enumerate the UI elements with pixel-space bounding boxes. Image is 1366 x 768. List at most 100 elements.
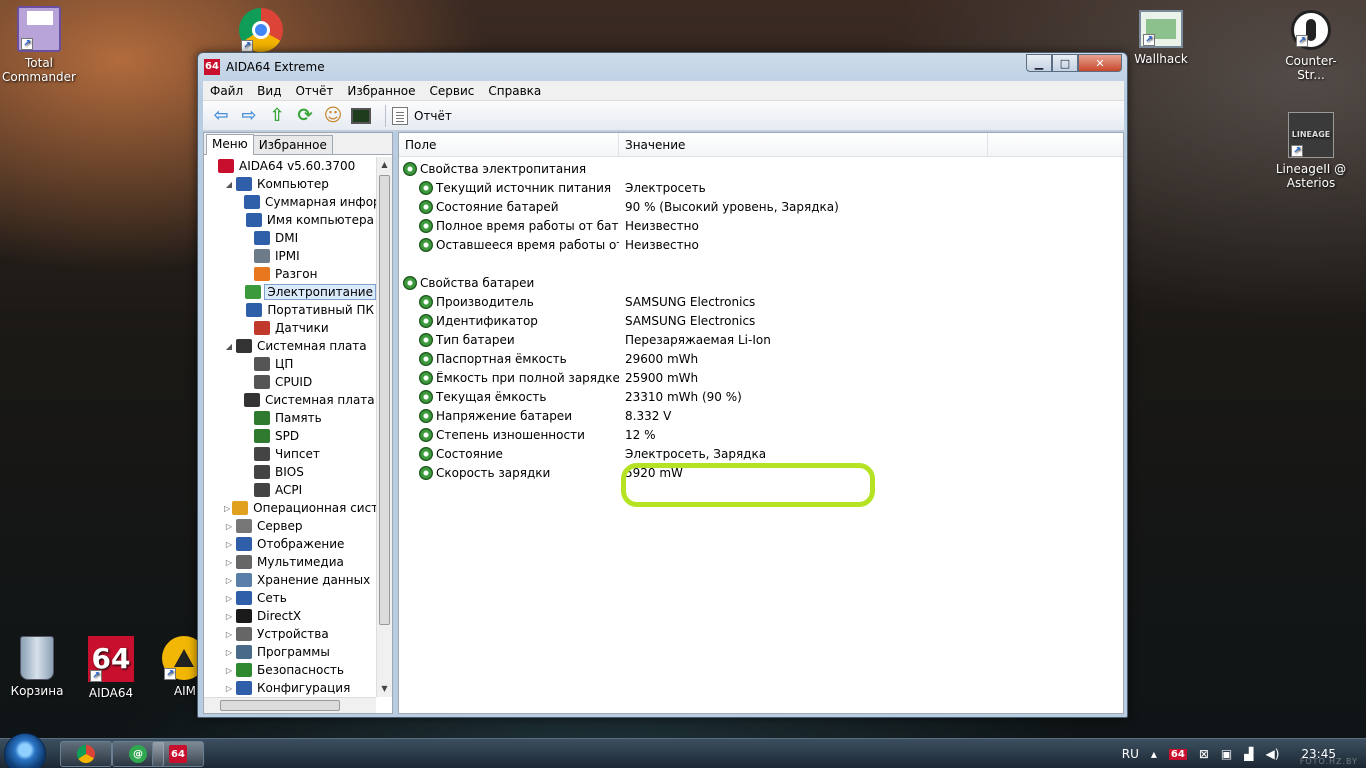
title-bar[interactable]: 64 AIDA64 Extreme	[198, 53, 1127, 80]
report-button[interactable]: Отчёт	[392, 106, 452, 125]
tab-menu[interactable]: Меню	[206, 134, 254, 155]
scroll-up-icon[interactable]: ▲	[377, 157, 392, 173]
desktop-icon-aimp[interactable]: ↗ AIM	[144, 636, 200, 698]
back-arrow-icon[interactable]: ⇦	[207, 103, 235, 129]
tree-item[interactable]: ▷ Безопасность	[204, 661, 376, 679]
expand-toggle-icon[interactable]: ▷	[224, 666, 234, 675]
tree-item[interactable]: Имя компьютера	[204, 211, 376, 229]
desktop-icon-recycle-bin[interactable]: Корзина	[0, 636, 76, 698]
expand-toggle-icon[interactable]: ▷	[224, 612, 234, 621]
tree-horizontal-scrollbar[interactable]	[204, 697, 376, 713]
tree-item[interactable]: AIDA64 v5.60.3700	[204, 157, 376, 175]
network-icon[interactable]: ⊠	[1199, 747, 1209, 761]
tree-vertical-scrollbar[interactable]: ▲ ▼	[376, 157, 392, 697]
tree-item[interactable]: ◢ Компьютер	[204, 175, 376, 193]
tree-item[interactable]: ▷ DirectX	[204, 607, 376, 625]
tree-item[interactable]: Суммарная инфор	[204, 193, 376, 211]
section-header[interactable]: Свойства электропитания	[399, 159, 1123, 178]
expand-toggle-icon[interactable]: ▷	[224, 576, 234, 585]
tree-item[interactable]: ◢ Системная плата	[204, 337, 376, 355]
tree-item[interactable]: ЦП	[204, 355, 376, 373]
expand-toggle-icon[interactable]: ▷	[224, 594, 234, 603]
tree-item[interactable]: ▷ Сеть	[204, 589, 376, 607]
monitor-icon[interactable]	[347, 103, 375, 129]
tree-item[interactable]: Разгон	[204, 265, 376, 283]
menu-view[interactable]: Вид	[250, 84, 288, 98]
detail-row[interactable]: Напряжение батареи 8.332 V	[399, 406, 1123, 425]
tab-favorites[interactable]: Избранное	[252, 135, 333, 154]
desktop-icon-wallhack[interactable]: ↗ Wallhack	[1122, 10, 1200, 66]
close-button[interactable]: ✕	[1078, 54, 1122, 72]
tree-item[interactable]: Память	[204, 409, 376, 427]
detail-row[interactable]: Идентификатор SAMSUNG Electronics	[399, 311, 1123, 330]
tree-item[interactable]: ▷ Хранение данных	[204, 571, 376, 589]
menu-file[interactable]: Файл	[203, 84, 250, 98]
tree-item[interactable]: IPMI	[204, 247, 376, 265]
detail-row[interactable]: Производитель SAMSUNG Electronics	[399, 292, 1123, 311]
menu-help[interactable]: Справка	[481, 84, 548, 98]
power-icon[interactable]: ▣	[1221, 747, 1232, 761]
detail-row[interactable]: Текущая ёмкость 23310 mWh (90 %)	[399, 387, 1123, 406]
taskbar-aida64[interactable]: 64	[152, 741, 204, 767]
tree-item[interactable]: DMI	[204, 229, 376, 247]
volume-icon[interactable]: ◀)	[1265, 747, 1279, 761]
aida64-tray-icon[interactable]: 64	[1168, 748, 1187, 760]
section-header[interactable]: Свойства батареи	[399, 273, 1123, 292]
minimize-button[interactable]: ▁	[1026, 54, 1052, 72]
desktop-icon-lineage[interactable]: LINEAGE ↗ LineageII @ Asterios	[1272, 112, 1350, 190]
expand-toggle-icon[interactable]: ▷	[224, 504, 230, 513]
forward-arrow-icon[interactable]: ⇨	[235, 103, 263, 129]
scrollbar-thumb[interactable]	[379, 175, 390, 625]
expand-toggle-icon[interactable]: ▷	[224, 558, 234, 567]
detail-row[interactable]: Тип батареи Перезаряжаемая Li-Ion	[399, 330, 1123, 349]
desktop-icon-aida64[interactable]: 64 ↗ AIDA64	[72, 636, 150, 700]
tree-item[interactable]: ▷ Программы	[204, 643, 376, 661]
tree-item[interactable]: ▷ Операционная систем	[204, 499, 376, 517]
expand-toggle-icon[interactable]: ▷	[224, 630, 234, 639]
detail-row[interactable]: Ёмкость при полной зарядке 25900 mWh	[399, 368, 1123, 387]
refresh-icon[interactable]: ⟳	[291, 103, 319, 129]
tree-item[interactable]: Датчики	[204, 319, 376, 337]
users-icon[interactable]: ☺	[319, 103, 347, 129]
menu-service[interactable]: Сервис	[423, 84, 482, 98]
tree-item[interactable]: ACPI	[204, 481, 376, 499]
detail-row[interactable]: Оставшееся время работы от ... Неизвестно	[399, 235, 1123, 254]
desktop-icon-counter-strike[interactable]: ↗ Counter-Str...	[1272, 10, 1350, 82]
tree-item[interactable]: Электропитание	[204, 283, 376, 301]
menu-favorites[interactable]: Избранное	[340, 84, 422, 98]
expand-toggle-icon[interactable]: ◢	[224, 180, 234, 189]
detail-row[interactable]: Текущий источник питания Электросеть	[399, 178, 1123, 197]
scroll-down-icon[interactable]: ▼	[377, 681, 392, 697]
column-value[interactable]: Значение	[619, 133, 988, 156]
expand-toggle-icon[interactable]: ▷	[224, 684, 234, 693]
column-field[interactable]: Поле	[399, 133, 619, 156]
expand-toggle-icon[interactable]: ▷	[224, 522, 234, 531]
menu-report[interactable]: Отчёт	[288, 84, 340, 98]
tree-item[interactable]: ▷ Конфигурация	[204, 679, 376, 697]
tree-item[interactable]: BIOS	[204, 463, 376, 481]
detail-row[interactable]: Степень изношенности 12 %	[399, 425, 1123, 444]
scrollbar-thumb[interactable]	[220, 700, 340, 711]
taskbar-chrome[interactable]	[60, 741, 112, 767]
tree-item[interactable]: Чипсет	[204, 445, 376, 463]
tree-item[interactable]: ▷ Мультимедиа	[204, 553, 376, 571]
language-indicator[interactable]: RU	[1122, 747, 1139, 761]
tree-item[interactable]: SPD	[204, 427, 376, 445]
arrow-up-icon[interactable]: ▴	[1151, 747, 1157, 761]
detail-row[interactable]: Полное время работы от бата... Неизвестно	[399, 216, 1123, 235]
signal-icon[interactable]: ▟	[1244, 747, 1253, 761]
detail-row[interactable]: Паспортная ёмкость 29600 mWh	[399, 349, 1123, 368]
tree-item[interactable]: Системная плата	[204, 391, 376, 409]
tree-item[interactable]: ▷ Устройства	[204, 625, 376, 643]
detail-row[interactable]: Состояние батарей 90 % (Высокий уровень, …	[399, 197, 1123, 216]
maximize-button[interactable]: □	[1052, 54, 1078, 72]
up-arrow-icon[interactable]: ⇧	[263, 103, 291, 129]
tree-item[interactable]: Портативный ПК	[204, 301, 376, 319]
tree-item[interactable]: ▷ Сервер	[204, 517, 376, 535]
detail-row[interactable]: Состояние Электросеть, Зарядка	[399, 444, 1123, 463]
start-button[interactable]	[4, 733, 46, 768]
expand-toggle-icon[interactable]: ▷	[224, 540, 234, 549]
desktop-icon-chrome[interactable]: ↗	[222, 8, 300, 56]
desktop-icon-total-commander[interactable]: ↗ Total Commander	[0, 6, 78, 84]
expand-toggle-icon[interactable]: ▷	[224, 648, 234, 657]
